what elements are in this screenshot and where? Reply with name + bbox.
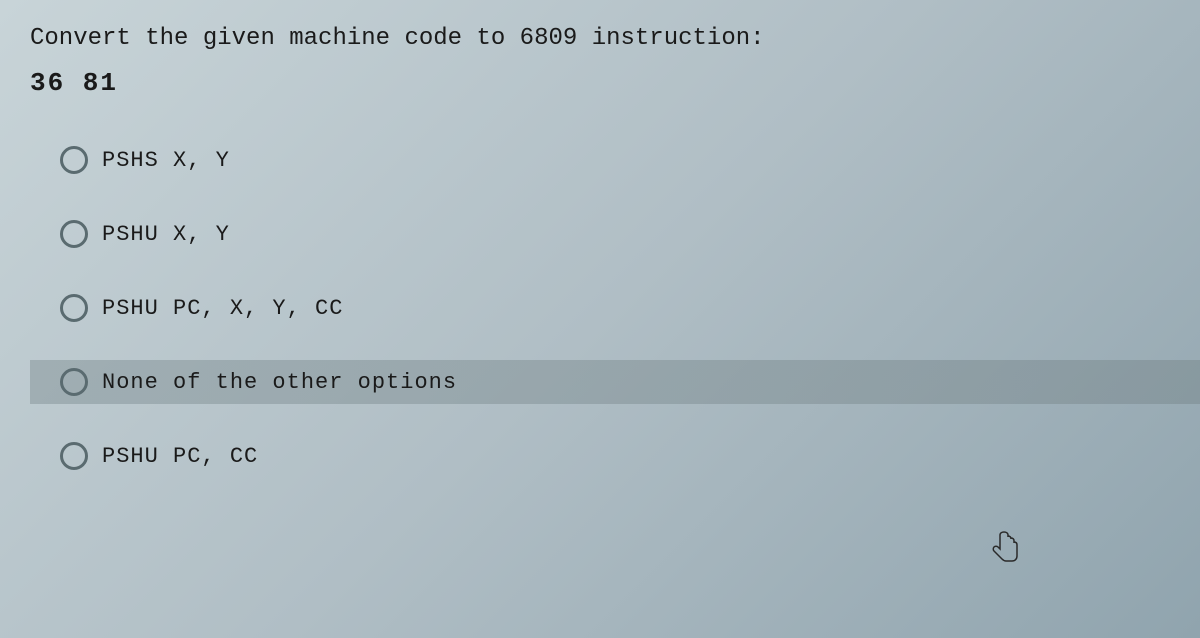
option-label: PSHS X, Y bbox=[102, 148, 230, 173]
option-row[interactable]: PSHU X, Y bbox=[60, 212, 1170, 256]
option-row[interactable]: PSHU PC, CC bbox=[60, 434, 1170, 478]
hand-cursor-icon bbox=[992, 531, 1020, 568]
option-row[interactable]: None of the other options bbox=[30, 360, 1200, 404]
options-list: PSHS X, Y PSHU X, Y PSHU PC, X, Y, CC No… bbox=[30, 138, 1170, 478]
radio-button[interactable] bbox=[60, 442, 88, 470]
option-label: PSHU PC, X, Y, CC bbox=[102, 296, 343, 321]
option-label: None of the other options bbox=[102, 370, 457, 395]
option-label: PSHU PC, CC bbox=[102, 444, 258, 469]
option-label: PSHU X, Y bbox=[102, 222, 230, 247]
radio-button[interactable] bbox=[60, 294, 88, 322]
radio-button[interactable] bbox=[60, 368, 88, 396]
question-code: 36 81 bbox=[30, 68, 1170, 98]
radio-button[interactable] bbox=[60, 146, 88, 174]
option-row[interactable]: PSHS X, Y bbox=[60, 138, 1170, 182]
question-prompt: Convert the given machine code to 6809 i… bbox=[30, 20, 1170, 58]
radio-button[interactable] bbox=[60, 220, 88, 248]
option-row[interactable]: PSHU PC, X, Y, CC bbox=[60, 286, 1170, 330]
